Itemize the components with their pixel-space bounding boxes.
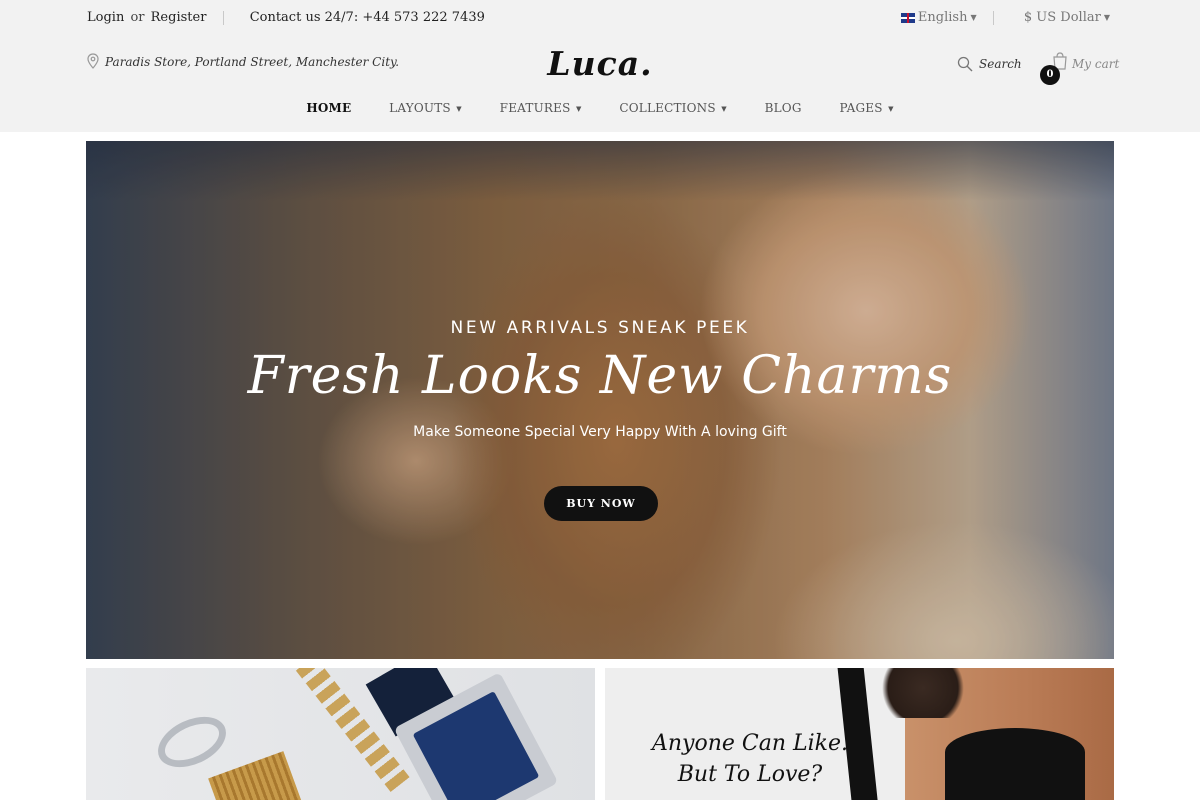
site-header: Login or Register Contact us 24/7: +44 5… bbox=[0, 0, 1200, 132]
banner-quote: Anyone Can Like. But To Love? bbox=[635, 728, 865, 790]
nav-item-collections[interactable]: COLLECTIONS ▼ bbox=[619, 101, 726, 115]
contact-info: Contact us 24/7: +44 573 222 7439 bbox=[249, 10, 485, 25]
nav-item-blog[interactable]: BLOG bbox=[765, 101, 802, 115]
account-bar: Login or Register Contact us 24/7: +44 5… bbox=[87, 10, 485, 25]
nav-label: FEATURES bbox=[499, 101, 571, 115]
locale-bar: English ▼ $ US Dollar ▼ bbox=[900, 10, 1110, 25]
ring-image bbox=[150, 706, 234, 778]
nav-label: COLLECTIONS bbox=[619, 101, 716, 115]
or-text: or bbox=[130, 10, 145, 25]
divider bbox=[222, 10, 224, 25]
chevron-down-icon: ▼ bbox=[1103, 13, 1110, 22]
quote-line-1: Anyone Can Like. bbox=[651, 731, 848, 756]
language-selector[interactable]: English ▼ bbox=[900, 10, 981, 25]
chevron-down-icon: ▼ bbox=[573, 104, 582, 113]
chevron-down-icon: ▼ bbox=[970, 13, 977, 22]
hero-description: Make Someone Special Very Happy With A l… bbox=[413, 424, 787, 440]
search-button[interactable]: Search bbox=[957, 56, 1022, 72]
nav-item-home[interactable]: HOME bbox=[306, 101, 351, 115]
nav-label: HOME bbox=[306, 101, 352, 115]
nav-label: PAGES bbox=[839, 101, 883, 115]
cart-label: My cart bbox=[1072, 57, 1120, 71]
divider bbox=[992, 10, 994, 25]
hero-title: Fresh Looks New Charms bbox=[247, 346, 953, 406]
hair-image bbox=[873, 668, 973, 718]
hero-subtitle: NEW ARRIVALS SNEAK PEEK bbox=[450, 318, 750, 338]
nav-item-pages[interactable]: PAGES ▼ bbox=[839, 101, 893, 115]
chevron-down-icon: ▼ bbox=[885, 104, 894, 113]
login-link[interactable]: Login bbox=[87, 10, 124, 25]
chevron-down-icon: ▼ bbox=[453, 104, 462, 113]
love-banner[interactable]: Anyone Can Like. But To Love? bbox=[605, 668, 1114, 800]
cart-button[interactable]: 0 My cart bbox=[1040, 52, 1120, 85]
dress-image bbox=[945, 728, 1085, 800]
jewelry-banner[interactable] bbox=[86, 668, 595, 800]
nav-label: BLOG bbox=[764, 101, 802, 115]
register-link[interactable]: Register bbox=[151, 10, 207, 25]
main-navigation: HOME LAYOUTS ▼ FEATURES ▼ COLLECTIONS ▼ … bbox=[0, 101, 1200, 115]
currency-label: $ US Dollar bbox=[1023, 10, 1101, 25]
search-icon bbox=[957, 56, 973, 72]
cart-count-badge: 0 bbox=[1040, 65, 1060, 85]
uk-flag-icon bbox=[900, 12, 915, 23]
currency-selector[interactable]: $ US Dollar ▼ bbox=[1024, 10, 1110, 25]
nav-label: LAYOUTS bbox=[389, 101, 451, 115]
watch-face bbox=[412, 691, 540, 800]
hero-slider: NEW ARRIVALS SNEAK PEEK Fresh Looks New … bbox=[86, 141, 1114, 659]
bracelet-image bbox=[208, 751, 304, 800]
nav-item-layouts[interactable]: LAYOUTS ▼ bbox=[389, 101, 462, 115]
nav-item-features[interactable]: FEATURES ▼ bbox=[500, 101, 582, 115]
buy-now-button[interactable]: BUY NOW bbox=[544, 486, 658, 521]
search-label: Search bbox=[979, 57, 1022, 71]
chevron-down-icon: ▼ bbox=[718, 104, 727, 113]
quote-line-2: But To Love? bbox=[677, 762, 823, 787]
language-label: English bbox=[917, 10, 968, 25]
